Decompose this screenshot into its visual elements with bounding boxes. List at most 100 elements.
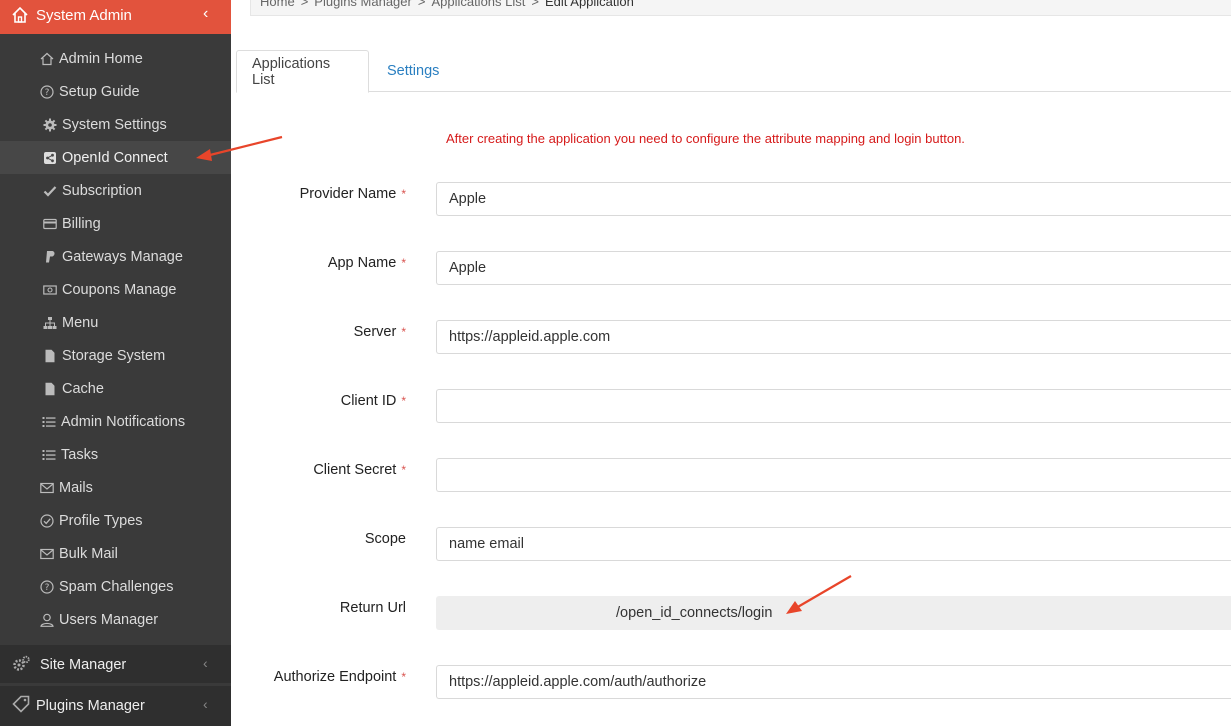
tab-bar: Applications List Settings [236,50,1231,93]
gear-icon [42,117,58,133]
file-icon [42,348,58,364]
gears-icon [13,655,30,671]
svg-text:?: ? [45,88,50,98]
form-row-app-name: App Name * [236,251,1231,286]
return-url-input[interactable] [436,596,1231,630]
sidebar-section-label: Plugins Manager [36,698,145,714]
tab-applications-list[interactable]: Applications List [236,50,369,93]
sidebar-item-bulk-mail[interactable]: Bulk Mail [0,537,231,570]
sidebar-item-menu[interactable]: Menu [0,306,231,339]
sidebar-item-admin-home[interactable]: Admin Home [0,42,231,75]
server-label: Server [353,324,397,340]
breadcrumb-plugins-manager[interactable]: Plugins Manager [314,0,412,9]
client-id-input[interactable] [436,389,1231,423]
paypal-icon [42,249,58,265]
client-secret-input[interactable] [436,458,1231,492]
form-row-authorize-endpoint: Authorize Endpoint * [236,665,1231,700]
breadcrumb-separator: > [300,0,309,9]
sidebar-section-plugins-manager[interactable]: Plugins Manager ‹ [0,686,231,726]
server-input[interactable] [436,320,1231,354]
authorize-endpoint-input[interactable] [436,665,1231,699]
sidebar-item-billing[interactable]: Billing [0,207,231,240]
sidebar-item-label: Coupons Manage [62,281,177,298]
sidebar-item-profile-types[interactable]: Profile Types [0,504,231,537]
sidebar-menu: Admin Home ? Setup Guide System Settings… [0,42,231,636]
sidebar-item-label: Gateways Manage [62,248,183,265]
form-row-provider-name: Provider Name * [236,182,1231,217]
sidebar-item-users-manager[interactable]: Users Manager [0,603,231,636]
required-asterisk: * [401,256,406,270]
breadcrumb-separator: > [531,0,539,9]
form-row-client-secret: Client Secret * [236,458,1231,493]
sidebar-item-mails[interactable]: Mails [0,471,231,504]
tag-icon [12,695,30,713]
user-icon [39,612,55,628]
sidebar-item-label: System Settings [62,116,167,133]
form-row-client-id: Client ID * [236,389,1231,424]
sidebar-item-label: Mails [59,479,93,496]
notice-message: After creating the application you need … [446,131,965,146]
chevron-left-icon: ‹ [203,696,208,712]
sidebar-item-label: Tasks [61,446,99,463]
list-icon [41,414,57,430]
sidebar-item-admin-notifications[interactable]: Admin Notifications [0,405,231,438]
file-icon [42,381,58,397]
question-circle-icon: ? [39,579,55,595]
sidebar-item-cache[interactable]: Cache [0,372,231,405]
sidebar-item-setup-guide[interactable]: ? Setup Guide [0,75,231,108]
sidebar: System Admin ‹ Admin Home ? Setup Guide … [0,0,231,726]
money-bill-icon [42,282,58,298]
sitemap-icon [42,315,58,331]
list-icon [41,447,57,463]
sidebar-item-label: Setup Guide [59,83,140,100]
return-url-label: Return Url [339,600,406,616]
sidebar-title: System Admin [36,7,132,24]
form-row-return-url: Return Url [236,596,1231,631]
form-row-scope: Scope [236,527,1231,562]
breadcrumb-current: Edit Application [544,0,634,9]
tab-settings[interactable]: Settings [372,50,454,92]
home-icon [12,6,28,23]
question-circle-icon: ? [39,84,55,100]
chevron-left-icon: ‹ [203,655,208,671]
sidebar-item-coupons-manage[interactable]: Coupons Manage [0,273,231,306]
sidebar-item-tasks[interactable]: Tasks [0,438,231,471]
required-asterisk: * [401,394,406,408]
sidebar-item-openid-connect[interactable]: OpenId Connect [0,141,231,174]
sidebar-item-label: Bulk Mail [59,545,118,562]
check-icon [42,183,58,199]
sidebar-item-label: Menu [62,314,99,331]
chevron-left-icon[interactable]: ‹ [203,5,208,23]
envelope-icon [39,480,55,496]
app-name-input[interactable] [436,251,1231,285]
required-asterisk: * [401,187,406,201]
sidebar-item-label: Billing [62,215,101,232]
sidebar-header[interactable]: System Admin ‹ [0,0,231,34]
sidebar-item-label: Cache [62,380,104,397]
sidebar-item-label: Storage System [62,347,166,364]
app-name-label: App Name [327,255,397,271]
check-circle-icon [39,513,55,529]
sidebar-item-subscription[interactable]: Subscription [0,174,231,207]
required-asterisk: * [401,670,406,684]
breadcrumb-home[interactable]: Home [260,0,295,9]
sidebar-item-system-settings[interactable]: System Settings [0,108,231,141]
authorize-endpoint-label: Authorize Endpoint [273,669,397,685]
sidebar-section-site-manager[interactable]: Site Manager ‹ [0,645,231,683]
sidebar-item-label: Admin Home [59,50,143,67]
home-outline-icon [39,51,55,67]
share-square-icon [42,150,58,166]
envelope-icon [39,546,55,562]
credit-card-icon [42,216,58,232]
sidebar-item-label: OpenId Connect [62,149,168,166]
sidebar-item-label: Subscription [62,182,142,199]
breadcrumb: Home > Plugins Manager > Applications Li… [250,0,1231,16]
scope-input[interactable] [436,527,1231,561]
breadcrumb-separator: > [417,0,426,9]
breadcrumb-applications-list[interactable]: Applications List [431,0,525,9]
provider-name-input[interactable] [436,182,1231,216]
sidebar-item-storage-system[interactable]: Storage System [0,339,231,372]
sidebar-item-spam-challenges[interactable]: ? Spam Challenges [0,570,231,603]
sidebar-item-label: Users Manager [59,611,159,628]
sidebar-item-gateways-manage[interactable]: Gateways Manage [0,240,231,273]
